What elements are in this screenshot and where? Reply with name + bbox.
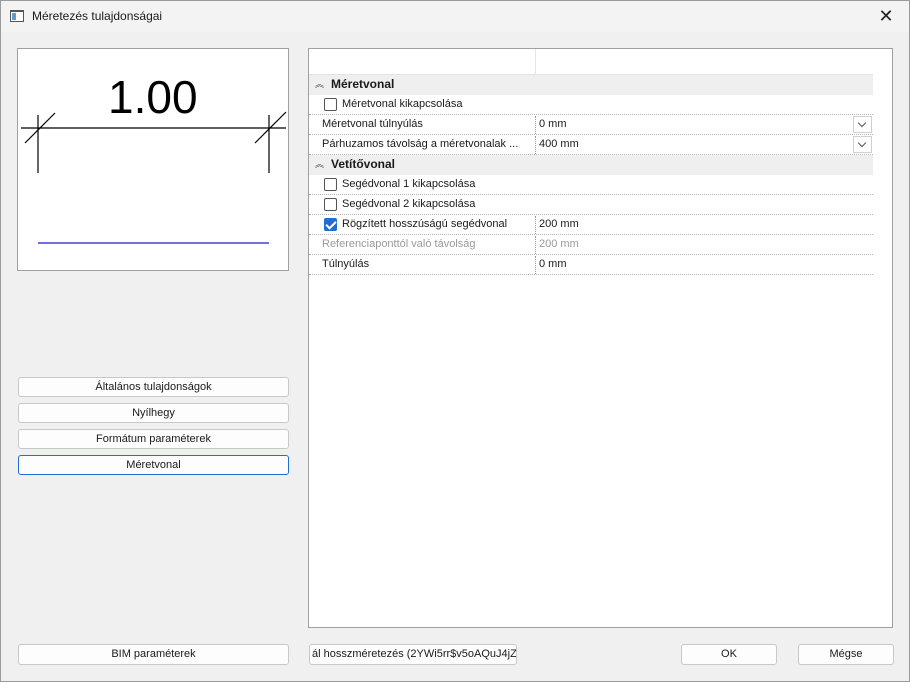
title-bar: Méretezés tulajdonságai ✕ xyxy=(1,1,909,32)
grid-row: Méretvonal kikapcsolása xyxy=(309,95,873,115)
row-label: Párhuzamos távolság a méretvonalak ... xyxy=(322,138,519,150)
grid-header xyxy=(309,49,873,75)
row-label: Méretvonal kikapcsolása xyxy=(342,98,463,110)
grid-row: Referenciaponttól való távolság 200 mm xyxy=(309,235,873,255)
section-label: Vetítővonal xyxy=(331,157,396,171)
row-label: Túlnyúlás xyxy=(322,258,370,270)
parallel-distance-value[interactable]: 400 mm xyxy=(539,135,579,154)
dialog-window: Méretezés tulajdonságai ✕ 1.00 Általános… xyxy=(0,0,910,682)
grid-row: Párhuzamos távolság a méretvonalak ... 4… xyxy=(309,135,873,155)
chevron-double-up-icon[interactable]: ︽ xyxy=(315,79,324,90)
nav-dimension-line-button[interactable]: Méretvonal xyxy=(18,455,289,475)
helper-line-2-off-checkbox[interactable] xyxy=(324,198,337,211)
nav-arrowhead-button[interactable]: Nyílhegy xyxy=(18,403,289,423)
row-label: Segédvonal 2 kikapcsolása xyxy=(342,198,476,210)
section-extension-line[interactable]: ︽ Vetítővonal xyxy=(309,155,873,175)
nav-general-properties-button[interactable]: Általános tulajdonságok xyxy=(18,377,289,397)
window-title: Méretezés tulajdonságai xyxy=(32,9,163,23)
overshoot-value[interactable]: 0 mm xyxy=(539,115,567,134)
close-button[interactable]: ✕ xyxy=(863,1,909,32)
bim-parameters-button[interactable]: BIM paraméterek xyxy=(18,644,289,665)
section-dimension-line[interactable]: ︽ Méretvonal xyxy=(309,75,873,95)
dimension-line-off-checkbox[interactable] xyxy=(324,98,337,111)
grid-row: Rögzített hosszúságú segédvonal 200 mm xyxy=(309,215,873,235)
section-label: Méretvonal xyxy=(331,77,395,91)
row-label: Segédvonal 1 kikapcsolása xyxy=(342,178,476,190)
fixed-length-value[interactable]: 200 mm xyxy=(539,215,579,234)
grid-row: Méretvonal túlnyúlás 0 mm xyxy=(309,115,873,135)
element-id-button[interactable]: ál hosszméretezés (2YWi5rr$v5oAQuJ4jZS xyxy=(309,644,517,665)
grid-row: Túlnyúlás 0 mm xyxy=(309,255,873,275)
row-label: Referenciaponttól való távolság xyxy=(322,238,476,250)
reference-distance-value: 200 mm xyxy=(539,238,579,250)
grid-row: Segédvonal 2 kikapcsolása xyxy=(309,195,873,215)
column-divider xyxy=(535,49,536,75)
chevron-down-icon[interactable] xyxy=(853,116,872,133)
chevron-down-icon[interactable] xyxy=(853,136,872,153)
nav-format-parameters-button[interactable]: Formátum paraméterek xyxy=(18,429,289,449)
dimension-preview: 1.00 xyxy=(17,48,289,271)
property-grid: ︽ Méretvonal Méretvonal kikapcsolása Mér… xyxy=(308,48,893,628)
fixed-length-helper-line-checkbox[interactable] xyxy=(324,218,337,231)
helper-line-1-off-checkbox[interactable] xyxy=(324,178,337,191)
preview-dimension-value: 1.00 xyxy=(108,71,198,123)
overhang-value[interactable]: 0 mm xyxy=(539,255,567,274)
app-window-icon xyxy=(10,10,24,22)
cancel-button[interactable]: Mégse xyxy=(798,644,894,665)
row-label: Méretvonal túlnyúlás xyxy=(322,118,423,130)
ok-button[interactable]: OK xyxy=(681,644,777,665)
row-label: Rögzített hosszúságú segédvonal xyxy=(342,218,508,230)
chevron-double-up-icon[interactable]: ︽ xyxy=(315,159,324,170)
grid-row: Segédvonal 1 kikapcsolása xyxy=(309,175,873,195)
